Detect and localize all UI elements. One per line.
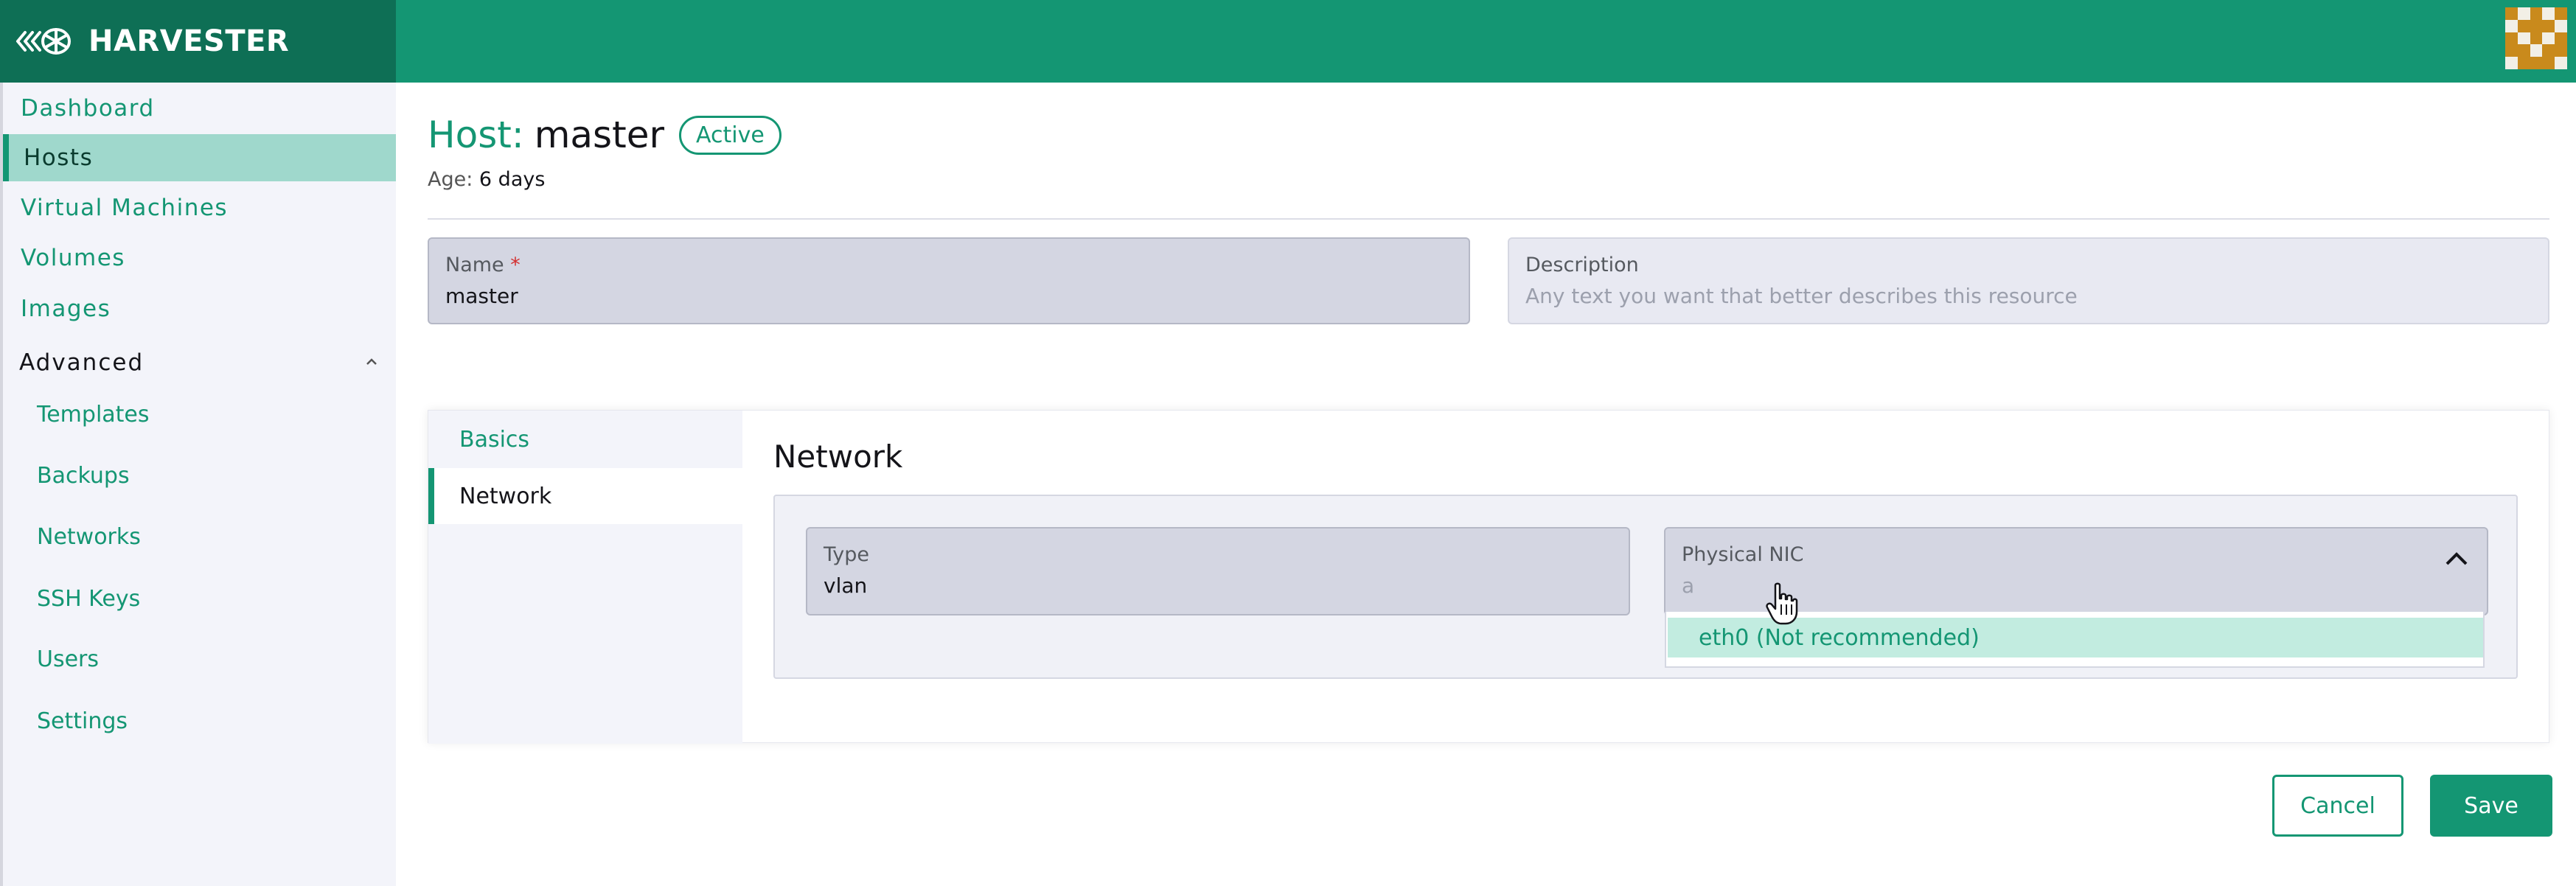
brand[interactable]: HARVESTER [0, 0, 396, 83]
sidebar-item-templates[interactable]: Templates [3, 392, 396, 436]
chevron-up-icon [366, 358, 377, 365]
description-label: Description [1525, 254, 1639, 276]
sidebar-item-volumes[interactable]: Volumes [3, 234, 396, 282]
sidebar-item-networks[interactable]: Networks [3, 514, 396, 559]
physical-nic-search[interactable]: a [1682, 573, 2471, 598]
description-input[interactable]: Any text you want that better describes … [1525, 284, 2532, 308]
sidebar-item-settings[interactable]: Settings [3, 699, 396, 743]
divider [428, 218, 2549, 220]
chevron-up-icon[interactable] [2444, 551, 2469, 567]
sidebar-item-users[interactable]: Users [3, 637, 396, 681]
title-prefix: Host: [428, 114, 524, 156]
top-bar: HARVESTER [0, 0, 2576, 83]
name-input[interactable]: master [445, 284, 1452, 308]
required-mark: * [510, 254, 521, 276]
sidebar-item-images[interactable]: Images [3, 285, 396, 332]
sidebar-item-virtual-machines[interactable]: Virtual Machines [3, 184, 396, 231]
save-button[interactable]: Save [2430, 775, 2552, 837]
age-info: Age: 6 days [428, 168, 545, 191]
sidebar-group-advanced[interactable]: Advanced [3, 341, 396, 385]
hand-cursor-icon [1766, 582, 1798, 625]
physical-nic-label: Physical NIC [1682, 543, 1804, 566]
type-label: Type [824, 543, 870, 566]
age-value: 6 days [478, 168, 546, 191]
tab-list: Basics Network [428, 411, 742, 744]
age-label: Age: [428, 168, 473, 191]
user-avatar[interactable] [2505, 7, 2567, 69]
sidebar-item-ssh-keys[interactable]: SSH Keys [3, 576, 396, 621]
tab-basics[interactable]: Basics [428, 411, 742, 467]
page-title: Host: master Active [428, 109, 781, 161]
app-name: HARVESTER [88, 24, 290, 58]
sidebar: Dashboard Hosts Virtual Machines Volumes… [0, 83, 396, 886]
sidebar-item-hosts[interactable]: Hosts [3, 134, 396, 181]
section-title: Network [773, 439, 903, 475]
status-badge: Active [679, 115, 781, 155]
host-name: master [534, 114, 665, 156]
name-label: Name [445, 254, 504, 276]
description-field[interactable]: Description Any text you want that bette… [1508, 237, 2549, 324]
cancel-button[interactable]: Cancel [2272, 775, 2403, 837]
name-field[interactable]: Name * master [428, 237, 1470, 324]
type-field[interactable]: Type vlan [806, 527, 1630, 615]
sidebar-item-dashboard[interactable]: Dashboard [3, 85, 396, 132]
harvester-logo-icon [16, 28, 71, 55]
type-value[interactable]: vlan [824, 573, 1612, 598]
tab-network[interactable]: Network [428, 468, 742, 524]
sidebar-item-backups[interactable]: Backups [3, 453, 396, 498]
tabbed-panel: Basics Network Network Type vlan Physica… [428, 410, 2549, 744]
